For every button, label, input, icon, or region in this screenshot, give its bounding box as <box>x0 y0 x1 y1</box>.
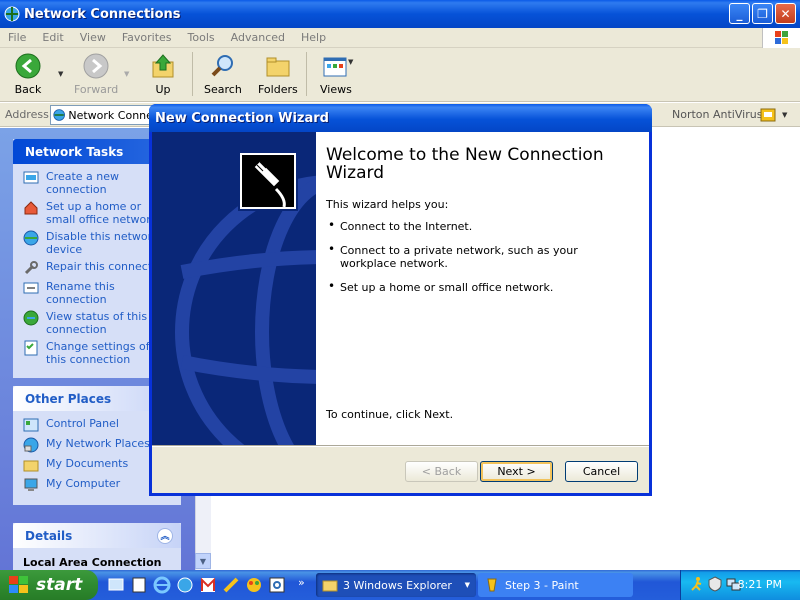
wizard-intro: This wizard helps you: <box>326 198 449 211</box>
security-shield-icon[interactable] <box>707 576 723 592</box>
menu-advanced[interactable]: Advanced <box>223 31 293 44</box>
menu-favorites[interactable]: Favorites <box>114 31 180 44</box>
network-cable-icon <box>238 151 298 211</box>
toolbar-separator <box>192 52 193 96</box>
new-connection-wizard-dialog: New Connection Wizard Welcome to the New… <box>149 104 652 496</box>
folders-button[interactable]: Folders <box>258 52 298 96</box>
disable-device-icon <box>23 230 39 246</box>
scroll-down-arrow[interactable]: ▼ <box>195 553 211 569</box>
back-dropdown-icon[interactable]: ▼ <box>58 70 63 78</box>
windows-flag-icon <box>9 576 28 593</box>
taskbar-item-windows-explorer[interactable]: 3 Windows Explorer ▼ <box>316 573 476 597</box>
network-connections-icon <box>4 6 20 22</box>
norton-dropdown-icon[interactable]: ▼ <box>782 111 787 119</box>
forward-button[interactable]: Forward <box>74 52 118 96</box>
minimize-button[interactable]: _ <box>729 3 750 24</box>
quicklaunch-overflow-icon[interactable]: » <box>298 576 305 589</box>
maximize-button[interactable]: ❐ <box>752 3 773 24</box>
taskbar-item-paint[interactable]: Step 3 - Paint <box>478 573 633 597</box>
menu-tools[interactable]: Tools <box>180 31 223 44</box>
list-item: Connect to the Internet. <box>326 219 626 233</box>
paint-icon <box>487 578 497 592</box>
collapse-chevron-icon[interactable]: ︽ <box>157 527 173 544</box>
paint-palette-icon[interactable] <box>245 576 263 594</box>
norton-antivirus-label[interactable]: Norton AntiVirus <box>672 108 762 121</box>
close-button[interactable]: ✕ <box>775 3 796 24</box>
norton-antivirus-icon[interactable] <box>760 107 776 123</box>
address-label: Address <box>5 108 49 121</box>
next-button[interactable]: Next > <box>480 461 553 482</box>
wizard-separator <box>152 445 649 447</box>
details-header[interactable]: Details ︽ <box>13 523 181 548</box>
folder-icon <box>322 580 338 592</box>
wizard-heading: Welcome to the New Connection Wizard <box>326 145 604 183</box>
main-window-titlebar[interactable]: Network Connections _ ❐ ✕ <box>0 0 800 28</box>
details-connection-name: Local Area Connection <box>23 556 162 569</box>
list-item: Set up a home or small office network. <box>326 280 626 294</box>
start-button[interactable]: start <box>0 570 98 600</box>
wizard-content: Welcome to the New Connection Wizard Thi… <box>316 132 649 445</box>
forward-dropdown-icon[interactable]: ▼ <box>124 70 129 78</box>
menu-help[interactable]: Help <box>293 31 334 44</box>
windows-logo-icon <box>762 28 800 48</box>
view-status-icon <box>23 310 39 326</box>
window-title: Network Connections <box>24 6 181 22</box>
up-button[interactable]: Up <box>150 52 176 96</box>
my-documents-icon <box>23 460 39 472</box>
back-arrow-icon <box>15 53 41 79</box>
running-man-icon[interactable] <box>689 576 705 592</box>
wizard-titlebar[interactable]: New Connection Wizard <box>149 104 652 132</box>
clock[interactable]: 8:21 PM <box>738 578 782 591</box>
media-player-icon[interactable] <box>176 576 194 594</box>
my-computer-icon <box>24 478 38 491</box>
back-wizard-button[interactable]: < Back <box>405 461 478 482</box>
search-window-icon[interactable] <box>268 576 286 594</box>
internet-explorer-icon[interactable] <box>153 576 171 594</box>
network-places-icon <box>23 437 39 453</box>
menu-bar: File Edit View Favorites Tools Advanced … <box>0 28 800 48</box>
list-item: Connect to a private network, such as yo… <box>326 243 626 270</box>
wizard-bullet-list: Connect to the Internet. Connect to a pr… <box>326 219 626 305</box>
group-dropdown-icon[interactable]: ▼ <box>465 581 470 589</box>
settings-checklist-icon <box>24 340 38 356</box>
search-button[interactable]: Search <box>204 52 242 96</box>
show-desktop-icon[interactable] <box>107 576 125 594</box>
network-connections-icon <box>53 109 65 121</box>
wizard-continue-hint: To continue, click Next. <box>326 408 454 421</box>
search-icon <box>211 55 233 77</box>
views-dropdown-icon[interactable]: ▼ <box>348 58 353 66</box>
menu-file[interactable]: File <box>0 31 34 44</box>
notepad-icon[interactable] <box>130 576 148 594</box>
menu-view[interactable]: View <box>72 31 114 44</box>
control-panel-icon <box>23 418 39 432</box>
toolbar: Back ▼ Forward ▼ Up Search Folders Views… <box>0 48 800 102</box>
folders-icon <box>266 57 290 77</box>
repair-wrench-icon <box>24 261 38 275</box>
toolbar-separator <box>306 52 307 96</box>
views-icon <box>323 57 347 77</box>
rename-icon <box>23 282 39 294</box>
home-network-icon <box>24 201 38 215</box>
details-panel: Details ︽ Local Area Connection <box>13 523 181 570</box>
address-field[interactable]: Network Connections <box>50 105 160 125</box>
system-tray: 8:21 PM <box>680 570 800 600</box>
shortcut-tool-icon[interactable] <box>222 576 240 594</box>
new-connection-icon <box>23 171 39 184</box>
up-folder-icon <box>152 54 174 78</box>
forward-arrow-icon <box>83 53 109 79</box>
gmail-icon[interactable] <box>199 576 217 594</box>
taskbar: start » 3 Windows Explorer ▼ Step 3 - Pa… <box>0 570 800 600</box>
menu-edit[interactable]: Edit <box>34 31 71 44</box>
wizard-side-banner <box>152 132 316 445</box>
cancel-button[interactable]: Cancel <box>565 461 638 482</box>
back-button[interactable]: Back <box>14 52 42 96</box>
